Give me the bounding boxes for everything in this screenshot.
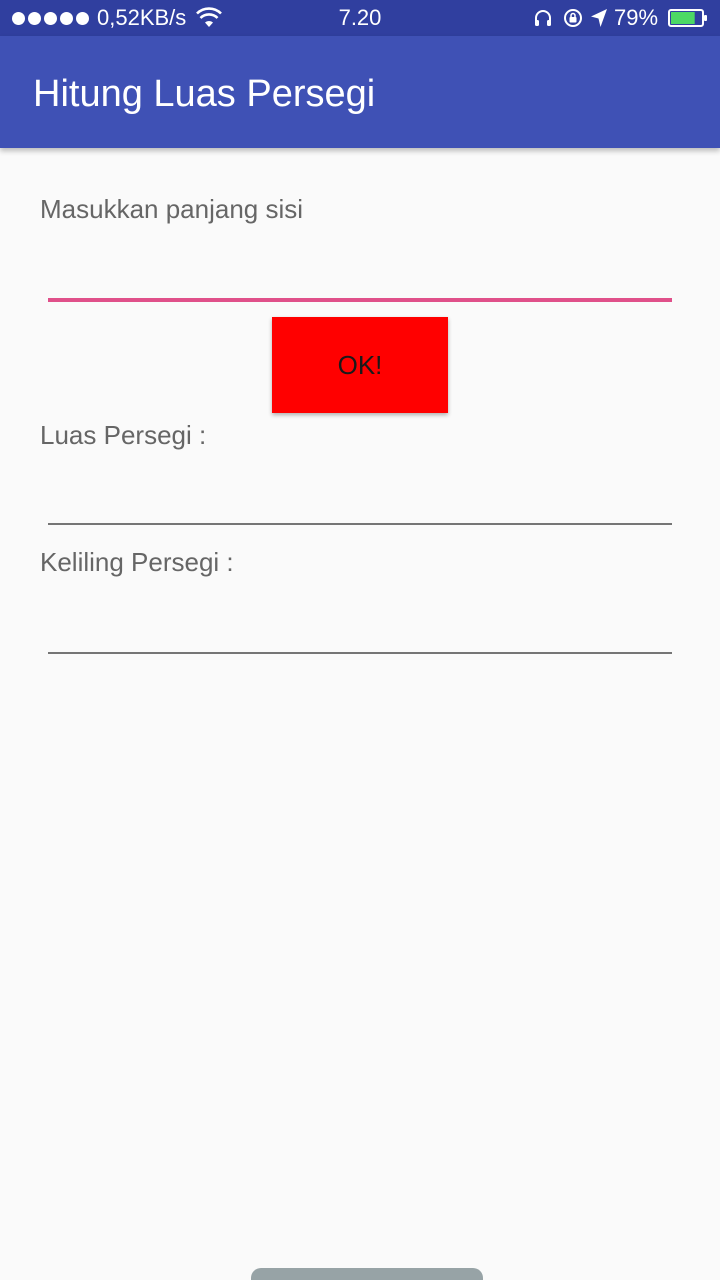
- rotation-lock-icon: [564, 9, 582, 27]
- ok-button[interactable]: OK!: [272, 317, 448, 413]
- perimeter-output[interactable]: [48, 601, 676, 653]
- home-indicator[interactable]: [251, 1268, 483, 1280]
- perimeter-underline: [48, 652, 672, 654]
- location-arrow-icon: [591, 9, 607, 27]
- headphone-icon: [535, 10, 551, 26]
- app-screen: 0,52KB/s 7.20 79% Hitung Luas Persegi Ma…: [0, 0, 720, 1280]
- status-time: 7.20: [338, 5, 382, 30]
- side-length-label: Masukkan panjang sisi: [40, 194, 304, 224]
- side-length-input[interactable]: [48, 248, 676, 300]
- app-bar: Hitung Luas Persegi: [0, 36, 720, 148]
- status-bar: 0,52KB/s 7.20 79%: [0, 0, 720, 36]
- area-label: Luas Persegi :: [40, 420, 207, 450]
- side-length-underline: [48, 298, 672, 302]
- perimeter-label: Keliling Persegi :: [40, 547, 234, 577]
- app-title: Hitung Luas Persegi: [33, 73, 376, 115]
- area-underline: [48, 523, 672, 525]
- area-output[interactable]: [48, 472, 676, 524]
- battery-icon: [668, 9, 707, 27]
- battery-percent: 79%: [614, 5, 659, 30]
